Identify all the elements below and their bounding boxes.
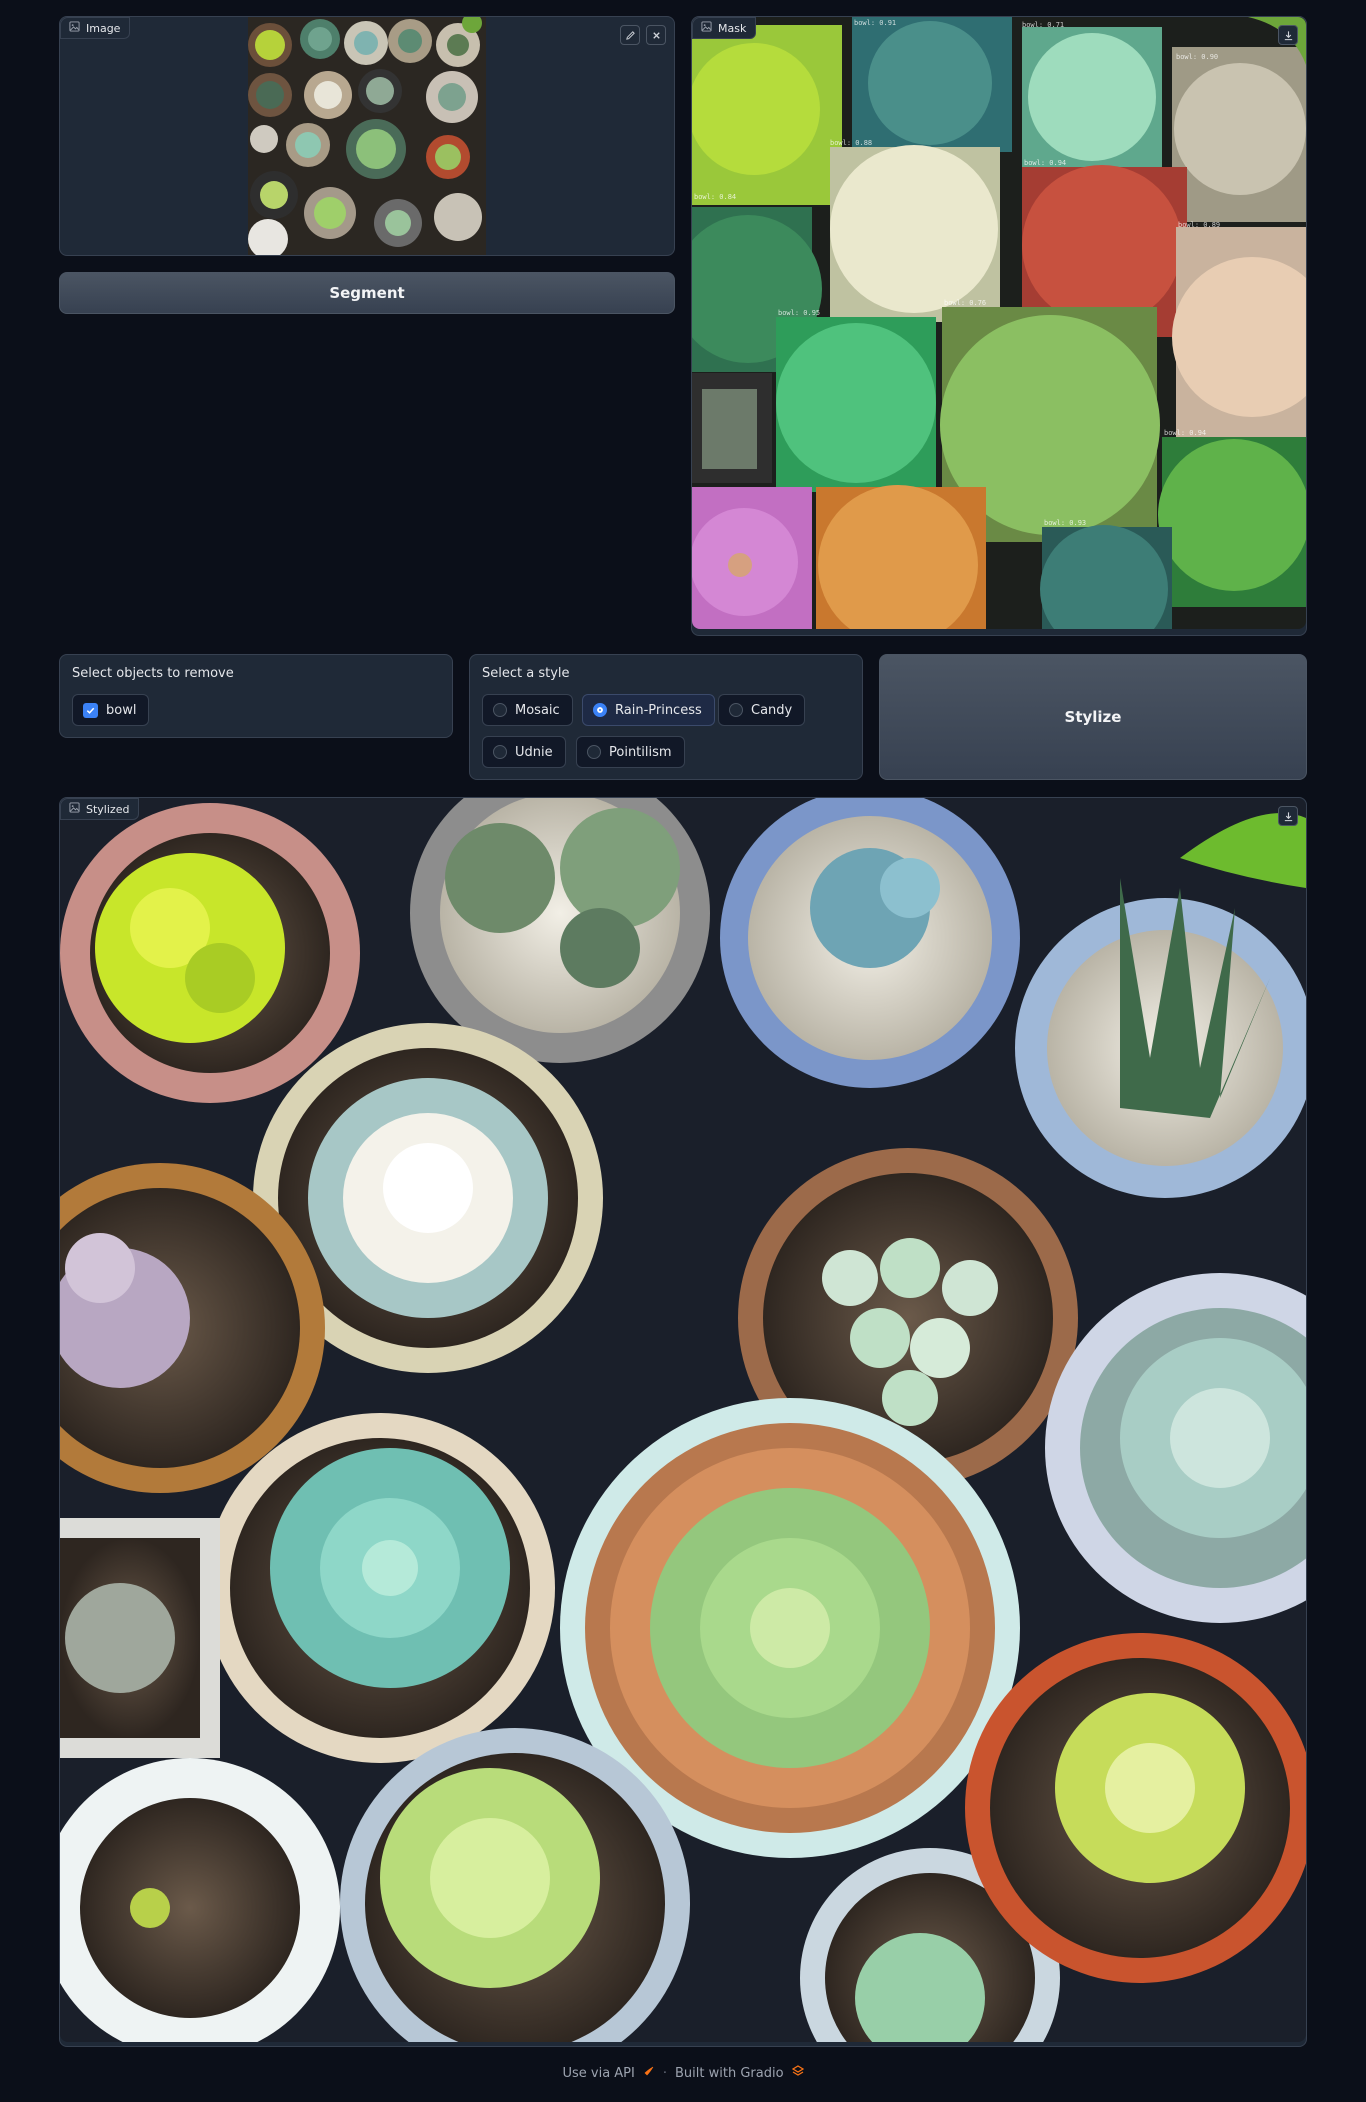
image-label: Image [60,17,131,39]
mask-score: bowl: 0.95 [778,309,820,317]
radio-candy[interactable]: Candy [718,694,806,726]
mask-score: bowl: 0.94 [1164,429,1206,437]
stylize-button[interactable]: Stylize [879,654,1307,780]
checkbox-checked-icon [83,702,98,718]
radio-rain-princess[interactable]: Rain-Princess [582,694,715,726]
remove-group-title: Select objects to remove [72,666,234,681]
radio-icon [493,703,507,717]
mask-score: bowl: 0.84 [694,193,736,201]
mask-score: bowl: 0.93 [1044,519,1086,527]
use-via-api-link[interactable]: Use via API [562,2066,634,2081]
edit-button[interactable] [620,25,640,45]
stylized-label: Stylized [60,798,140,820]
radio-pointilism[interactable]: Pointilism [576,736,685,768]
stylized-succulent-image [60,798,1306,2042]
image-label-text: Image [86,21,121,35]
footer-separator: · [662,2065,667,2081]
footer: Use via API · Built with Gradio [0,2065,1366,2081]
stylized-output-panel: Stylized [59,797,1307,2047]
mask-score: bowl: 0.91 [854,19,896,27]
style-group-title: Select a style [482,666,570,681]
radio-icon [729,703,743,717]
stylized-label-text: Stylized [86,802,130,816]
radio-icon [587,745,601,759]
mask-download-button[interactable] [1278,25,1298,45]
segment-button[interactable]: Segment [59,272,675,314]
mask-score: bowl: 0.94 [1024,159,1066,167]
radio-label: Pointilism [609,744,672,760]
rocket-icon [643,2065,655,2081]
image-icon [69,802,80,816]
image-input-panel[interactable]: Image [59,16,675,256]
built-with-gradio-link[interactable]: Built with Gradio [675,2066,784,2081]
mask-label-text: Mask [718,21,747,35]
mask-score: bowl: 0.71 [1022,21,1064,29]
mask-output-panel: Mask bowl: 0.91 bowl: 0.71 bowl: 0.90 bo… [691,16,1307,636]
radio-icon [493,745,507,759]
image-icon [69,21,80,35]
radio-udnie[interactable]: Udnie [482,736,566,768]
radio-selected-icon [593,703,607,717]
checkbox-label: bowl [106,702,137,718]
radio-label: Candy [751,702,793,718]
gradio-logo-icon [791,2065,804,2081]
clear-button[interactable] [646,25,666,45]
pencil-icon [625,26,636,45]
image-icon [701,21,712,35]
mask-score: bowl: 0.89 [1178,221,1220,229]
mask-score: bowl: 0.90 [1176,53,1218,61]
checkbox-bowl[interactable]: bowl [72,694,150,726]
remove-objects-group: Select objects to remove bowl [59,654,453,738]
download-icon [1283,26,1294,45]
mask-score: bowl: 0.76 [944,299,986,307]
radio-mosaic[interactable]: Mosaic [482,694,573,726]
mask-label: Mask [692,17,757,39]
close-icon [651,26,662,45]
stylized-download-button[interactable] [1278,806,1298,826]
radio-label: Mosaic [515,702,560,718]
radio-label: Udnie [515,744,553,760]
mask-image: bowl: 0.91 bowl: 0.71 bowl: 0.90 bowl: 0… [692,17,1306,629]
radio-label: Rain-Princess [615,702,702,718]
download-icon [1283,807,1294,826]
input-succulent-image [248,17,486,255]
mask-score: bowl: 0.88 [830,139,872,147]
style-group: Select a style Mosaic Rain-Princess Cand… [469,654,863,780]
